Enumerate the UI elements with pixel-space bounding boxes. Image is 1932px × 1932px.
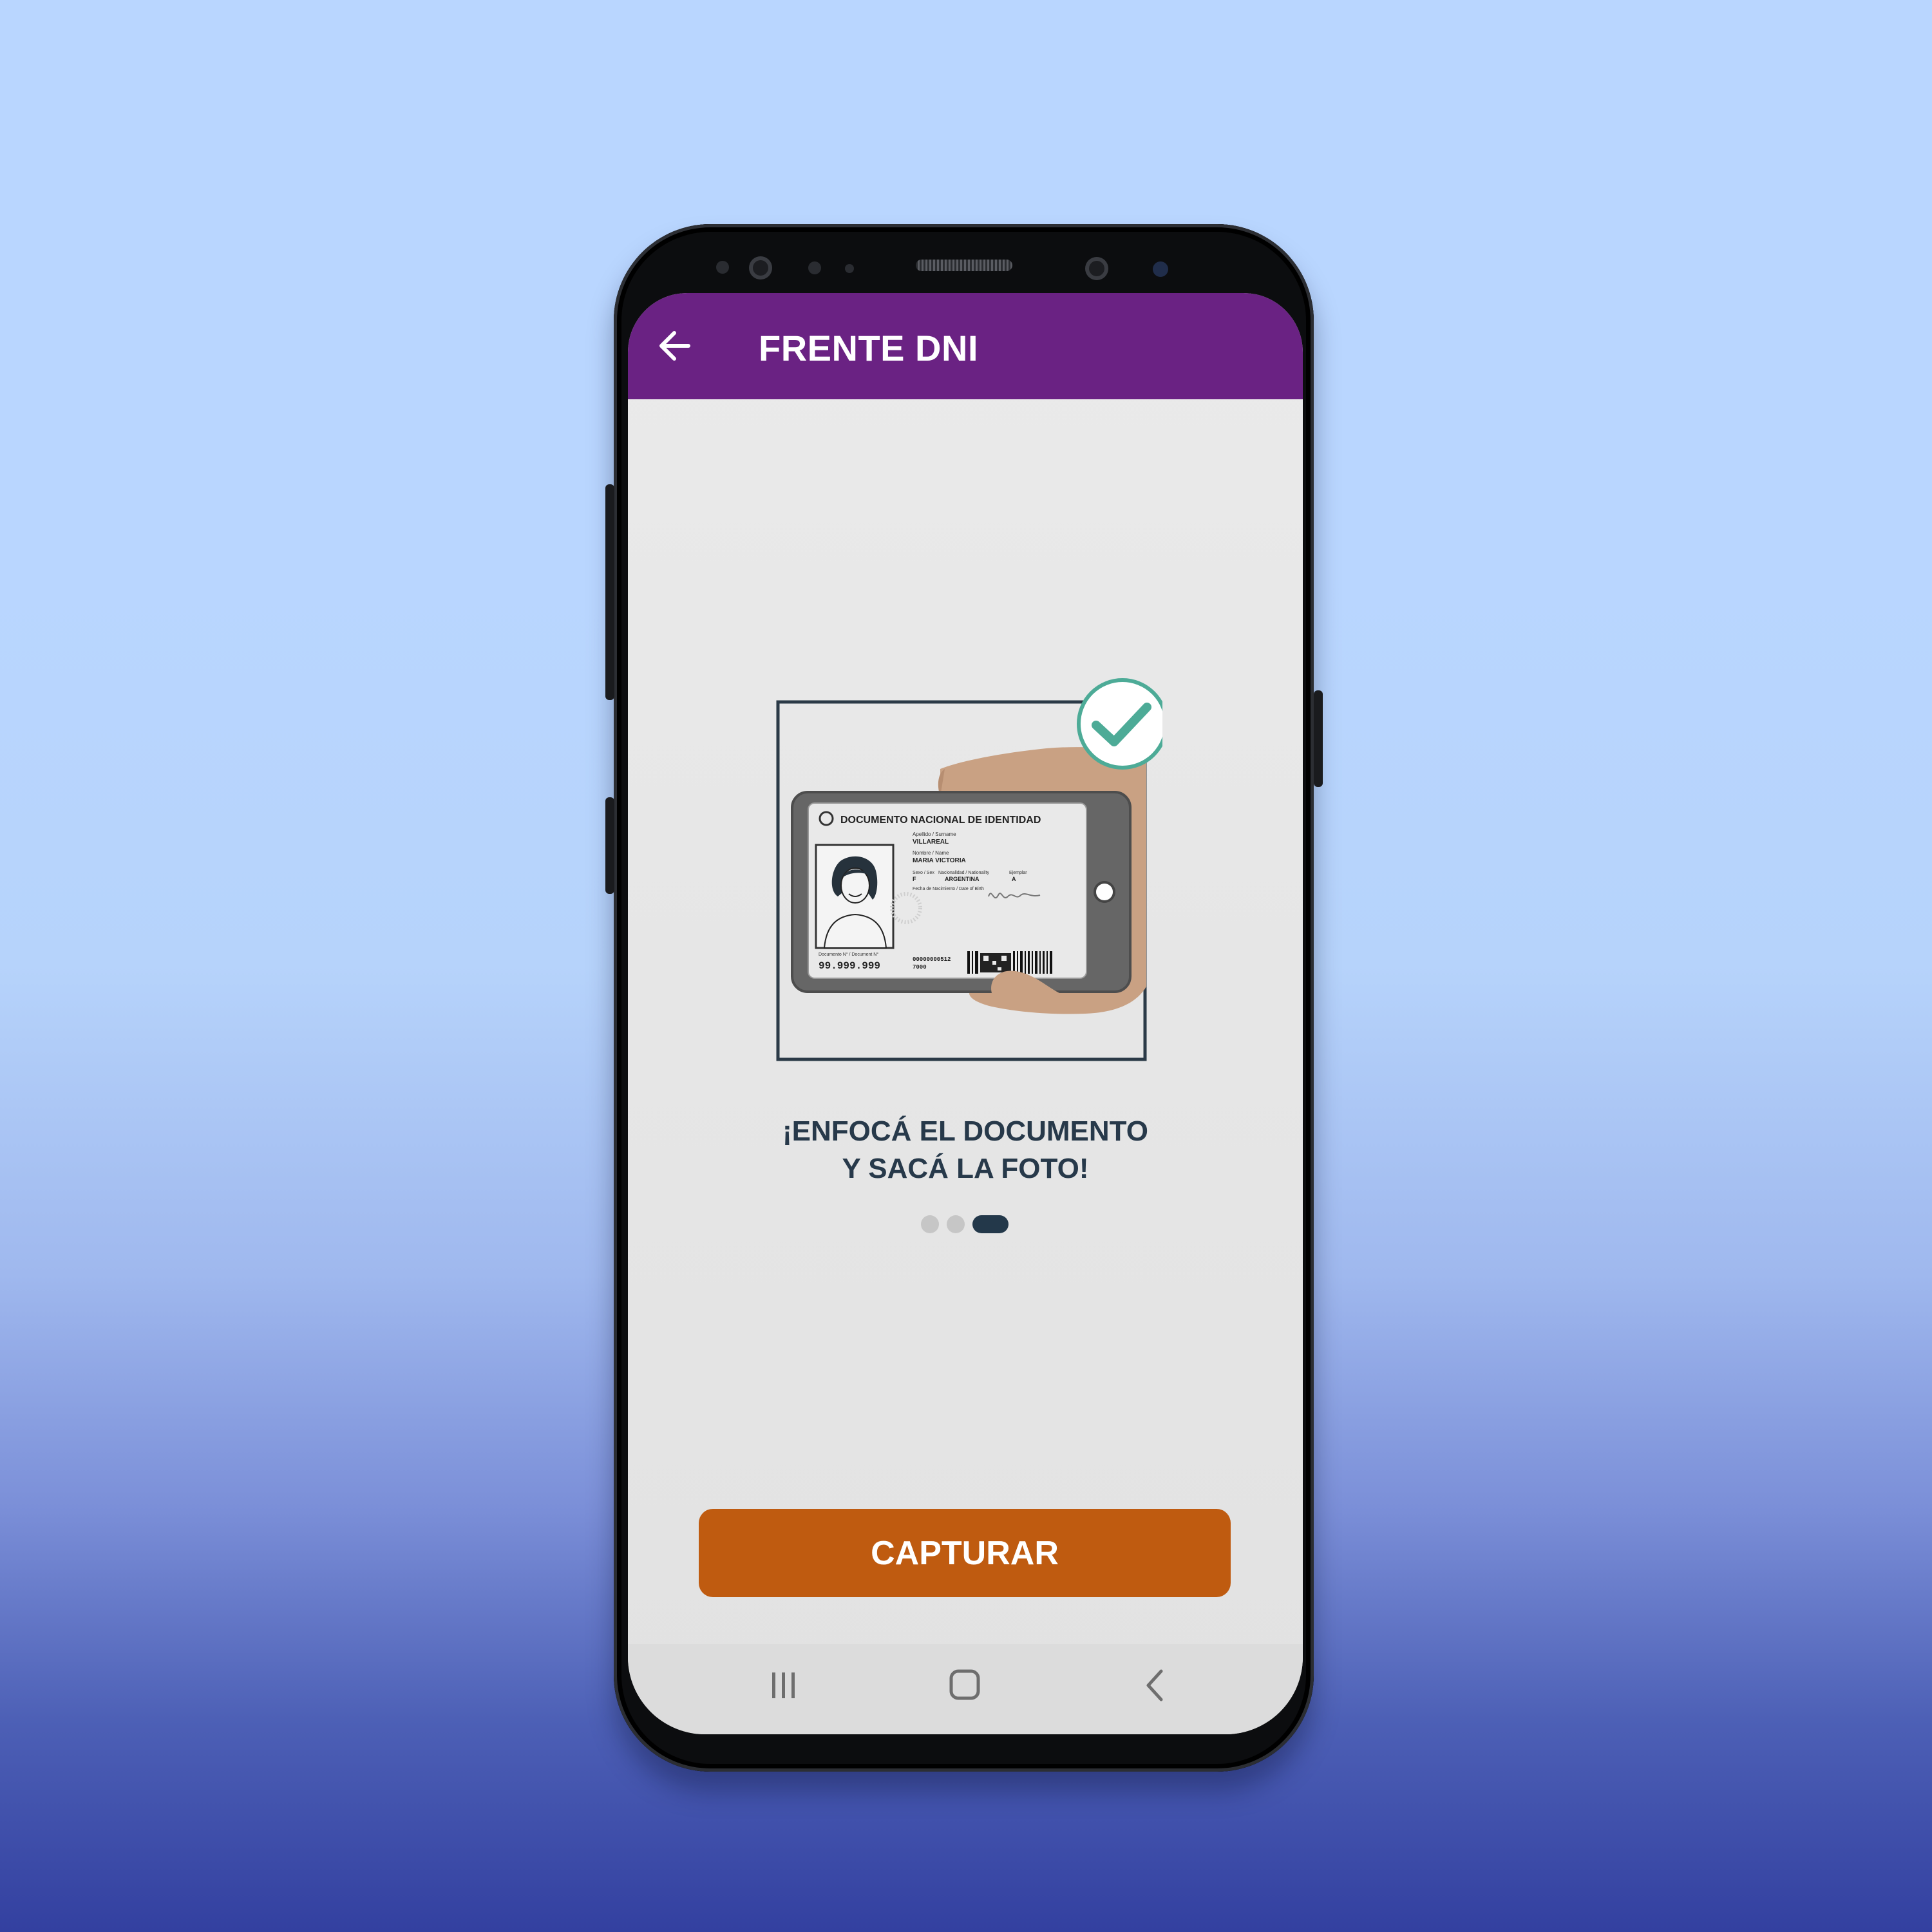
page-indicator bbox=[921, 1215, 1024, 1235]
copy-value: A bbox=[1012, 876, 1016, 882]
doc-number-value: 99.999.999 bbox=[819, 960, 880, 972]
volume-down-button bbox=[605, 797, 614, 894]
iris-camera bbox=[749, 256, 772, 279]
arrow-left-icon[interactable] bbox=[656, 329, 695, 363]
app-screen: FRENTE DNI DOCUMENTO NACIONAL DE IDENTID… bbox=[628, 293, 1303, 1734]
surname-value: VILLAREAL bbox=[913, 838, 949, 846]
card-title: DOCUMENTO NACIONAL DE IDENTIDAD bbox=[840, 815, 1041, 826]
instruction-line-2: Y SACÁ LA FOTO! bbox=[842, 1153, 1089, 1184]
instruction-line-1: ¡ENFOCÁ EL DOCUMENTO bbox=[782, 1115, 1148, 1147]
surname-label: Apellido / Surname bbox=[913, 831, 956, 837]
doc-number-label: Documento N° / Document N° bbox=[819, 952, 878, 957]
page-title: FRENTE DNI bbox=[759, 328, 978, 368]
nationality-label: Nacionalidad / Nationality bbox=[938, 871, 989, 875]
recents-icon[interactable] bbox=[758, 1658, 810, 1710]
sex-value: F bbox=[913, 876, 916, 882]
page-dot-1 bbox=[921, 1215, 939, 1233]
power-button bbox=[1314, 690, 1323, 787]
copy-label: Ejemplar bbox=[1009, 871, 1027, 875]
nationality-value: ARGENTINA bbox=[945, 876, 980, 882]
volume-up-button bbox=[605, 484, 614, 700]
sensor-dot bbox=[1153, 261, 1168, 277]
birth-label: Fecha de Nacimiento / Date of Birth bbox=[913, 887, 984, 891]
check-badge bbox=[1077, 678, 1162, 770]
sensor-dot bbox=[845, 264, 854, 273]
chevron-left-icon[interactable] bbox=[1130, 1658, 1182, 1710]
home-icon[interactable] bbox=[939, 1658, 990, 1710]
name-label: Nombre / Name bbox=[913, 850, 949, 856]
shutter-icon bbox=[1094, 881, 1115, 903]
sensor-dot bbox=[716, 261, 729, 274]
tramite-value-2: 7000 bbox=[913, 964, 927, 971]
app-bar: FRENTE DNI bbox=[628, 293, 1303, 399]
page-dot-3-active bbox=[972, 1215, 1009, 1233]
page-dot-2 bbox=[947, 1215, 965, 1233]
sex-label: Sexo / Sex bbox=[913, 871, 934, 875]
name-value: MARIA VICTORIA bbox=[913, 857, 966, 864]
capture-button[interactable]: CAPTURAR bbox=[699, 1509, 1231, 1597]
tramite-value: 00000000512 bbox=[913, 956, 951, 963]
front-camera bbox=[1085, 257, 1108, 280]
system-nav-bar bbox=[628, 1644, 1303, 1734]
sensor-dot bbox=[808, 261, 821, 274]
document-capture-illustration: DOCUMENTO NACIONAL DE IDENTIDAD Apellido… bbox=[776, 678, 1162, 1061]
earpiece-speaker bbox=[916, 260, 1012, 271]
